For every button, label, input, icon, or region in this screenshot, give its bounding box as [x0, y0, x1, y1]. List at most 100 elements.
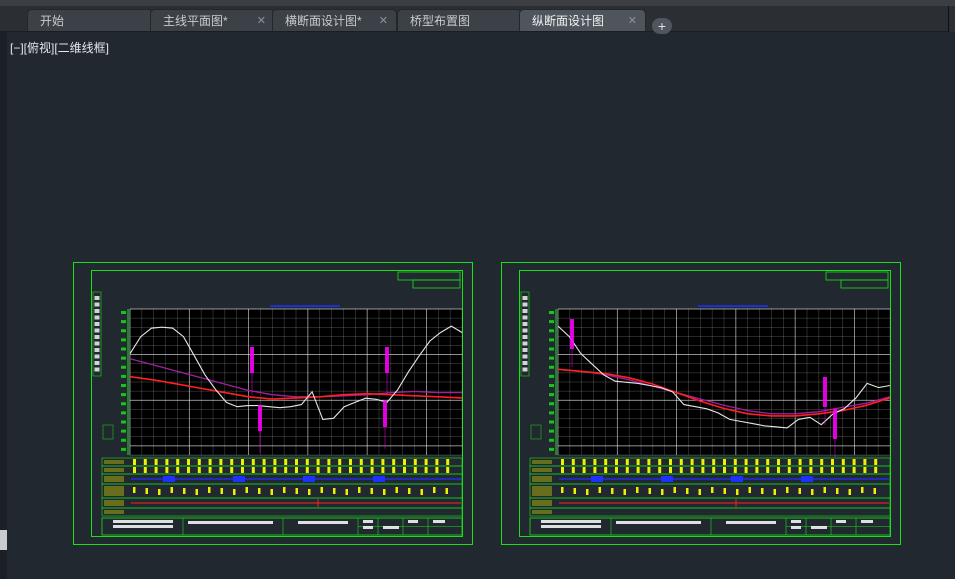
- elevation-tick: [121, 420, 126, 424]
- data-row-value: [686, 488, 689, 494]
- data-row-value: [786, 487, 789, 493]
- viewport-controls-label[interactable]: [−][俯视][二维线框]: [10, 39, 109, 56]
- tab-start[interactable]: 开始: [27, 9, 153, 31]
- title-block-text: [811, 526, 827, 529]
- data-row-value: [561, 487, 564, 493]
- data-row-value: [648, 488, 651, 494]
- data-row-value: [598, 487, 601, 493]
- data-row-value: [823, 487, 826, 493]
- drawing-sheet-2[interactable]: [501, 262, 901, 550]
- tab-cross-section[interactable]: 横断面设计图* ✕: [272, 9, 397, 31]
- close-icon[interactable]: ✕: [628, 10, 637, 32]
- data-row-value: [809, 459, 813, 465]
- data-row-value: [273, 459, 277, 465]
- data-row-value: [295, 467, 298, 473]
- data-row-value: [208, 459, 212, 465]
- data-row-value: [863, 459, 867, 465]
- data-row-value: [679, 467, 683, 473]
- title-block-text: [541, 525, 601, 528]
- data-row-value: [320, 487, 323, 493]
- data-row-value: [766, 459, 770, 465]
- data-row-value: [349, 459, 352, 465]
- window-edge: [948, 6, 955, 32]
- data-row-value: [811, 489, 814, 495]
- left-title-glyph: [522, 341, 528, 346]
- title-box-sheet: [840, 279, 889, 289]
- data-row-value: [413, 467, 417, 473]
- left-title-glyph: [94, 341, 100, 346]
- data-row-value: [647, 467, 651, 473]
- data-row-value: [848, 489, 851, 495]
- data-row-value: [230, 467, 234, 473]
- data-row-curve-mark: [731, 476, 743, 482]
- elevation-tick: [121, 447, 126, 451]
- data-row-value: [197, 459, 201, 465]
- close-icon[interactable]: ✕: [257, 10, 266, 32]
- elevation-tick: [549, 311, 554, 314]
- data-row-value: [669, 459, 672, 465]
- data-row-value: [413, 459, 417, 465]
- data-row-value: [820, 459, 824, 465]
- tab-label: 主线平面图*: [163, 14, 228, 28]
- data-row-value: [295, 488, 298, 494]
- left-title-glyph: [522, 328, 528, 333]
- data-row-value: [359, 459, 363, 465]
- tab-mainline-plan[interactable]: 主线平面图* ✕: [150, 9, 275, 31]
- data-row-value: [690, 467, 694, 473]
- left-title-glyph: [522, 296, 528, 300]
- data-row-value: [358, 487, 361, 493]
- data-row-value: [573, 488, 576, 494]
- data-row-value: [593, 467, 597, 473]
- data-row-value: [403, 467, 406, 473]
- data-row-value: [338, 459, 342, 465]
- close-icon[interactable]: ✕: [379, 10, 388, 32]
- title-block-text: [726, 521, 776, 524]
- data-row-value: [305, 459, 309, 465]
- data-row-value: [874, 467, 878, 473]
- data-row-value: [284, 459, 288, 465]
- legend-box: [102, 424, 114, 440]
- data-row-value: [316, 459, 320, 465]
- plus-icon[interactable]: +: [652, 18, 672, 34]
- data-row-value: [176, 467, 180, 473]
- data-row-value: [748, 487, 751, 493]
- data-row-value: [777, 459, 780, 465]
- title-block-text: [836, 520, 846, 523]
- data-row-value: [841, 459, 845, 465]
- data-row-value: [424, 467, 428, 473]
- data-row-value: [262, 467, 266, 473]
- elevation-tick: [121, 411, 126, 415]
- data-row-value: [233, 489, 236, 495]
- data-row-value: [208, 467, 212, 473]
- title-block-text: [113, 520, 173, 523]
- data-row-value: [809, 467, 813, 473]
- tab-bridge-layout[interactable]: 桥型布置图: [397, 9, 522, 31]
- title-block-text: [113, 525, 173, 528]
- data-row-value: [712, 459, 716, 465]
- left-title-glyph: [522, 315, 528, 320]
- canvas-edge-highlight: [0, 530, 7, 550]
- data-row-value: [446, 467, 450, 473]
- data-row-value: [165, 459, 169, 465]
- data-row-value: [395, 487, 398, 493]
- data-row-curve-mark: [303, 476, 315, 482]
- data-row-curve-mark: [591, 476, 603, 482]
- data-row-curve-mark: [661, 476, 673, 482]
- data-row-value: [831, 459, 834, 465]
- title-block-text: [408, 520, 418, 523]
- data-row-label: [532, 460, 552, 464]
- data-row-value: [744, 467, 748, 473]
- data-row-label: [532, 486, 552, 496]
- elevation-tick: [549, 329, 554, 333]
- data-row-value: [435, 467, 439, 473]
- tab-profile-design[interactable]: 纵断面设计图 ✕: [519, 9, 646, 31]
- tab-label: 横断面设计图*: [285, 14, 362, 28]
- data-row-value: [755, 459, 759, 465]
- elevation-tick: [121, 320, 126, 324]
- elevation-tick: [549, 411, 554, 415]
- data-row-value: [165, 467, 169, 473]
- data-row-value: [446, 459, 450, 465]
- drawing-sheet-1[interactable]: [73, 262, 473, 550]
- left-title-glyph: [522, 309, 528, 313]
- sheet-drawing: [501, 262, 901, 545]
